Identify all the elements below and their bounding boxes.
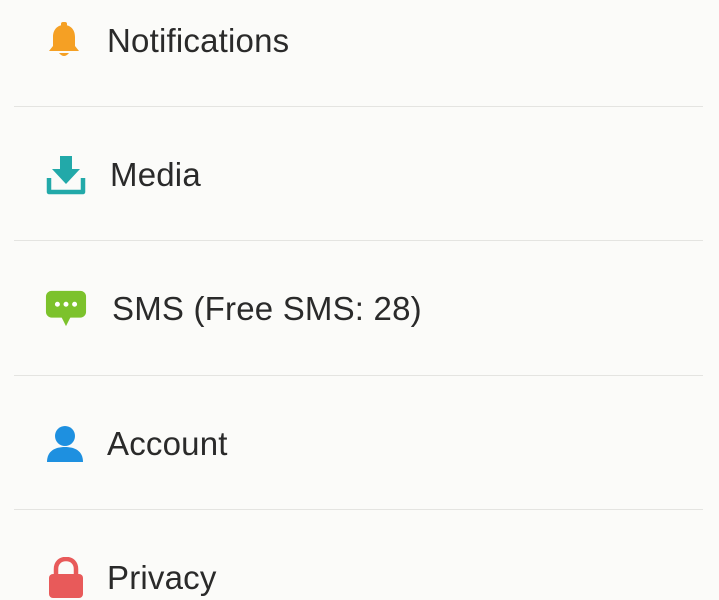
settings-item-privacy[interactable]: Privacy	[0, 543, 719, 600]
divider	[14, 240, 703, 241]
download-icon	[45, 154, 87, 196]
settings-list: Notifications Media SMS (Free SMS: 28) A…	[0, 0, 719, 600]
divider	[14, 106, 703, 107]
settings-item-label: Account	[107, 425, 228, 462]
person-icon	[44, 423, 86, 465]
bell-icon	[43, 20, 85, 62]
settings-item-label: Notifications	[107, 22, 290, 59]
settings-item-media[interactable]: Media	[0, 140, 719, 210]
divider	[14, 375, 703, 376]
settings-item-label: Privacy	[107, 559, 217, 596]
lock-icon	[45, 557, 87, 599]
chat-bubble-icon	[45, 288, 87, 330]
settings-item-account[interactable]: Account	[0, 409, 719, 479]
settings-item-sms[interactable]: SMS (Free SMS: 28)	[0, 274, 719, 344]
settings-item-notifications[interactable]: Notifications	[0, 6, 719, 76]
settings-item-label: Media	[110, 156, 201, 193]
settings-item-label: SMS (Free SMS: 28)	[112, 290, 422, 327]
divider	[14, 509, 703, 510]
